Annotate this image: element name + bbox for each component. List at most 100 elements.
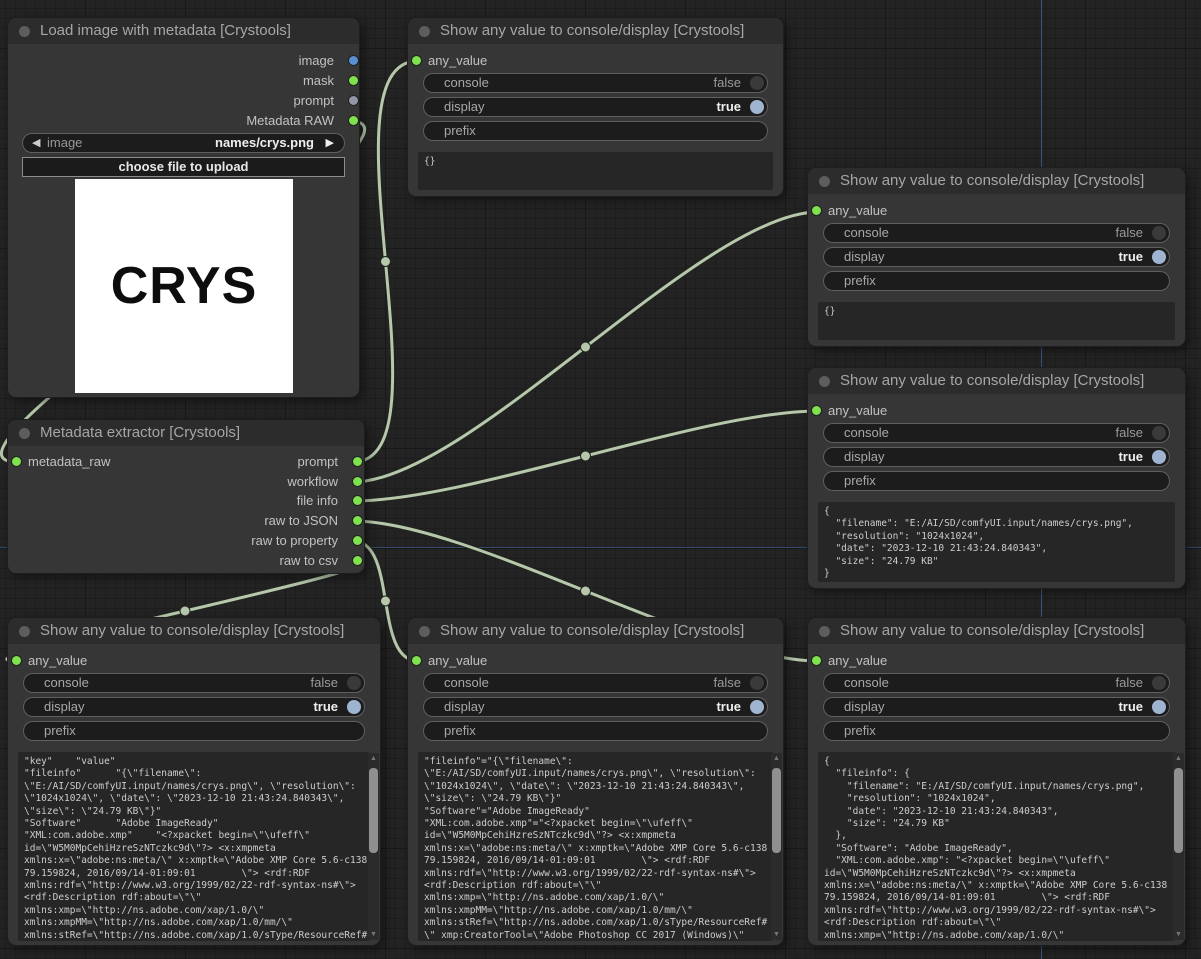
scroll-up-icon[interactable]: ▲ [1173, 753, 1184, 764]
toggle-off-icon[interactable] [750, 676, 764, 690]
node-title-bar[interactable]: Load image with metadata [Crystools] [8, 18, 359, 44]
output-dot-raw-to-property[interactable] [353, 536, 362, 545]
scrollbar-thumb[interactable] [772, 768, 781, 853]
scroll-down-icon[interactable]: ▼ [771, 929, 782, 940]
node-status-icon [19, 626, 30, 637]
link-midpoint-dot[interactable] [381, 596, 391, 606]
output-dot-prompt[interactable] [349, 96, 358, 105]
link-midpoint-dot[interactable] [581, 451, 591, 461]
output-dot-raw-to-csv[interactable] [353, 556, 362, 565]
input-slot-any-value[interactable]: any_value [808, 402, 887, 420]
input-dot-any-value[interactable] [412, 56, 421, 65]
prefix-text-widget[interactable]: prefix [823, 471, 1170, 491]
scroll-down-icon[interactable]: ▼ [368, 929, 379, 940]
input-dot-any-value[interactable] [812, 406, 821, 415]
input-slot-any-value[interactable]: any_value [8, 652, 87, 670]
input-slot-metadata-raw[interactable]: metadata_raw [8, 453, 110, 471]
input-dot-metadata-raw[interactable] [12, 457, 21, 466]
input-dot-any-value[interactable] [812, 206, 821, 215]
console-toggle-widget[interactable]: consolefalse [23, 673, 365, 693]
display-toggle-widget[interactable]: displaytrue [823, 697, 1170, 717]
link-midpoint-dot[interactable] [381, 257, 391, 267]
prefix-text-widget[interactable]: prefix [423, 121, 768, 141]
scrollbar[interactable]: ▲▼ [771, 753, 782, 940]
toggle-off-icon[interactable] [1152, 676, 1166, 690]
link-midpoint-dot[interactable] [581, 342, 591, 352]
output-slot-file-info[interactable]: file info [297, 492, 358, 510]
output-slot-workflow[interactable]: workflow [287, 473, 358, 491]
toggle-off-icon[interactable] [347, 676, 361, 690]
prefix-text-widget[interactable]: prefix [23, 721, 365, 741]
display-toggle-widget[interactable]: displaytrue [423, 97, 768, 117]
output-dot-metadata-raw[interactable] [349, 116, 358, 125]
node-title-bar[interactable]: Show any value to console/display [Cryst… [408, 618, 783, 644]
output-slot-prompt[interactable]: prompt [298, 453, 358, 471]
combo-value: names/crys.png [215, 134, 314, 152]
output-dot-workflow[interactable] [353, 477, 362, 486]
console-toggle-widget[interactable]: consolefalse [423, 73, 768, 93]
scrollbar[interactable]: ▲▼ [1173, 753, 1184, 940]
combo-prev-arrow-icon[interactable]: ◀ [32, 134, 40, 152]
node-title-bar[interactable]: Show any value to console/display [Cryst… [808, 168, 1185, 194]
output-dot-image[interactable] [349, 56, 358, 65]
scrollbar[interactable]: ▲▼ [368, 753, 379, 940]
node-status-icon [819, 176, 830, 187]
prefix-text-widget[interactable]: prefix [423, 721, 768, 741]
scrollbar-thumb[interactable] [369, 768, 378, 853]
console-toggle-widget[interactable]: consolefalse [423, 673, 768, 693]
toggle-on-icon[interactable] [750, 700, 764, 714]
scroll-up-icon[interactable]: ▲ [368, 753, 379, 764]
console-toggle-widget[interactable]: consolefalse [823, 423, 1170, 443]
output-slot-raw-to-csv[interactable]: raw to csv [279, 552, 358, 570]
output-slot-prompt[interactable]: prompt [294, 92, 354, 110]
toggle-off-icon[interactable] [1152, 426, 1166, 440]
toggle-on-icon[interactable] [1152, 250, 1166, 264]
input-slot-any-value[interactable]: any_value [408, 52, 487, 70]
display-toggle-widget[interactable]: displaytrue [823, 447, 1170, 467]
scroll-up-icon[interactable]: ▲ [771, 753, 782, 764]
input-dot-any-value[interactable] [412, 656, 421, 665]
node-show-any-value: Show any value to console/display [Cryst… [808, 618, 1185, 945]
input-dot-any-value[interactable] [12, 656, 21, 665]
output-dot-raw-to-json[interactable] [353, 516, 362, 525]
output-dot-prompt[interactable] [353, 457, 362, 466]
node-title-bar[interactable]: Show any value to console/display [Cryst… [8, 618, 380, 644]
link-midpoint-dot[interactable] [581, 586, 591, 596]
toggle-on-icon[interactable] [347, 700, 361, 714]
node-title-bar[interactable]: Show any value to console/display [Cryst… [808, 368, 1185, 394]
scrollbar-thumb[interactable] [1174, 768, 1183, 853]
console-toggle-widget[interactable]: consolefalse [823, 223, 1170, 243]
image-combo-widget[interactable]: ◀ image names/crys.png ▶ [22, 133, 345, 153]
output-slot-mask[interactable]: mask [303, 72, 354, 90]
link-midpoint-dot[interactable] [180, 606, 190, 616]
output-slot-metadata-raw[interactable]: Metadata RAW [246, 112, 354, 130]
input-dot-any-value[interactable] [812, 656, 821, 665]
display-toggle-widget[interactable]: displaytrue [823, 247, 1170, 267]
scroll-down-icon[interactable]: ▼ [1173, 929, 1184, 940]
node-status-icon [819, 626, 830, 637]
node-title-bar[interactable]: Show any value to console/display [Cryst… [408, 18, 783, 44]
node-title-bar[interactable]: Show any value to console/display [Cryst… [808, 618, 1185, 644]
node-title-bar[interactable]: Metadata extractor [Crystools] [8, 420, 364, 446]
display-toggle-widget[interactable]: displaytrue [423, 697, 768, 717]
toggle-on-icon[interactable] [750, 100, 764, 114]
input-slot-any-value[interactable]: any_value [808, 202, 887, 220]
toggle-on-icon[interactable] [1152, 450, 1166, 464]
toggle-off-icon[interactable] [1152, 226, 1166, 240]
prefix-text-widget[interactable]: prefix [823, 721, 1170, 741]
output-slot-raw-to-property[interactable]: raw to property [251, 532, 358, 550]
display-toggle-widget[interactable]: displaytrue [23, 697, 365, 717]
output-dot-file-info[interactable] [353, 496, 362, 505]
input-slot-any-value[interactable]: any_value [808, 652, 887, 670]
toggle-off-icon[interactable] [750, 76, 764, 90]
node-title: Show any value to console/display [Cryst… [440, 622, 744, 639]
output-slot-image[interactable]: image [299, 52, 354, 70]
prefix-text-widget[interactable]: prefix [823, 271, 1170, 291]
toggle-on-icon[interactable] [1152, 700, 1166, 714]
output-dot-mask[interactable] [349, 76, 358, 85]
choose-file-button[interactable]: choose file to upload [22, 157, 345, 177]
combo-next-arrow-icon[interactable]: ▶ [326, 134, 334, 152]
output-slot-raw-to-json[interactable]: raw to JSON [264, 512, 358, 530]
console-toggle-widget[interactable]: consolefalse [823, 673, 1170, 693]
input-slot-any-value[interactable]: any_value [408, 652, 487, 670]
